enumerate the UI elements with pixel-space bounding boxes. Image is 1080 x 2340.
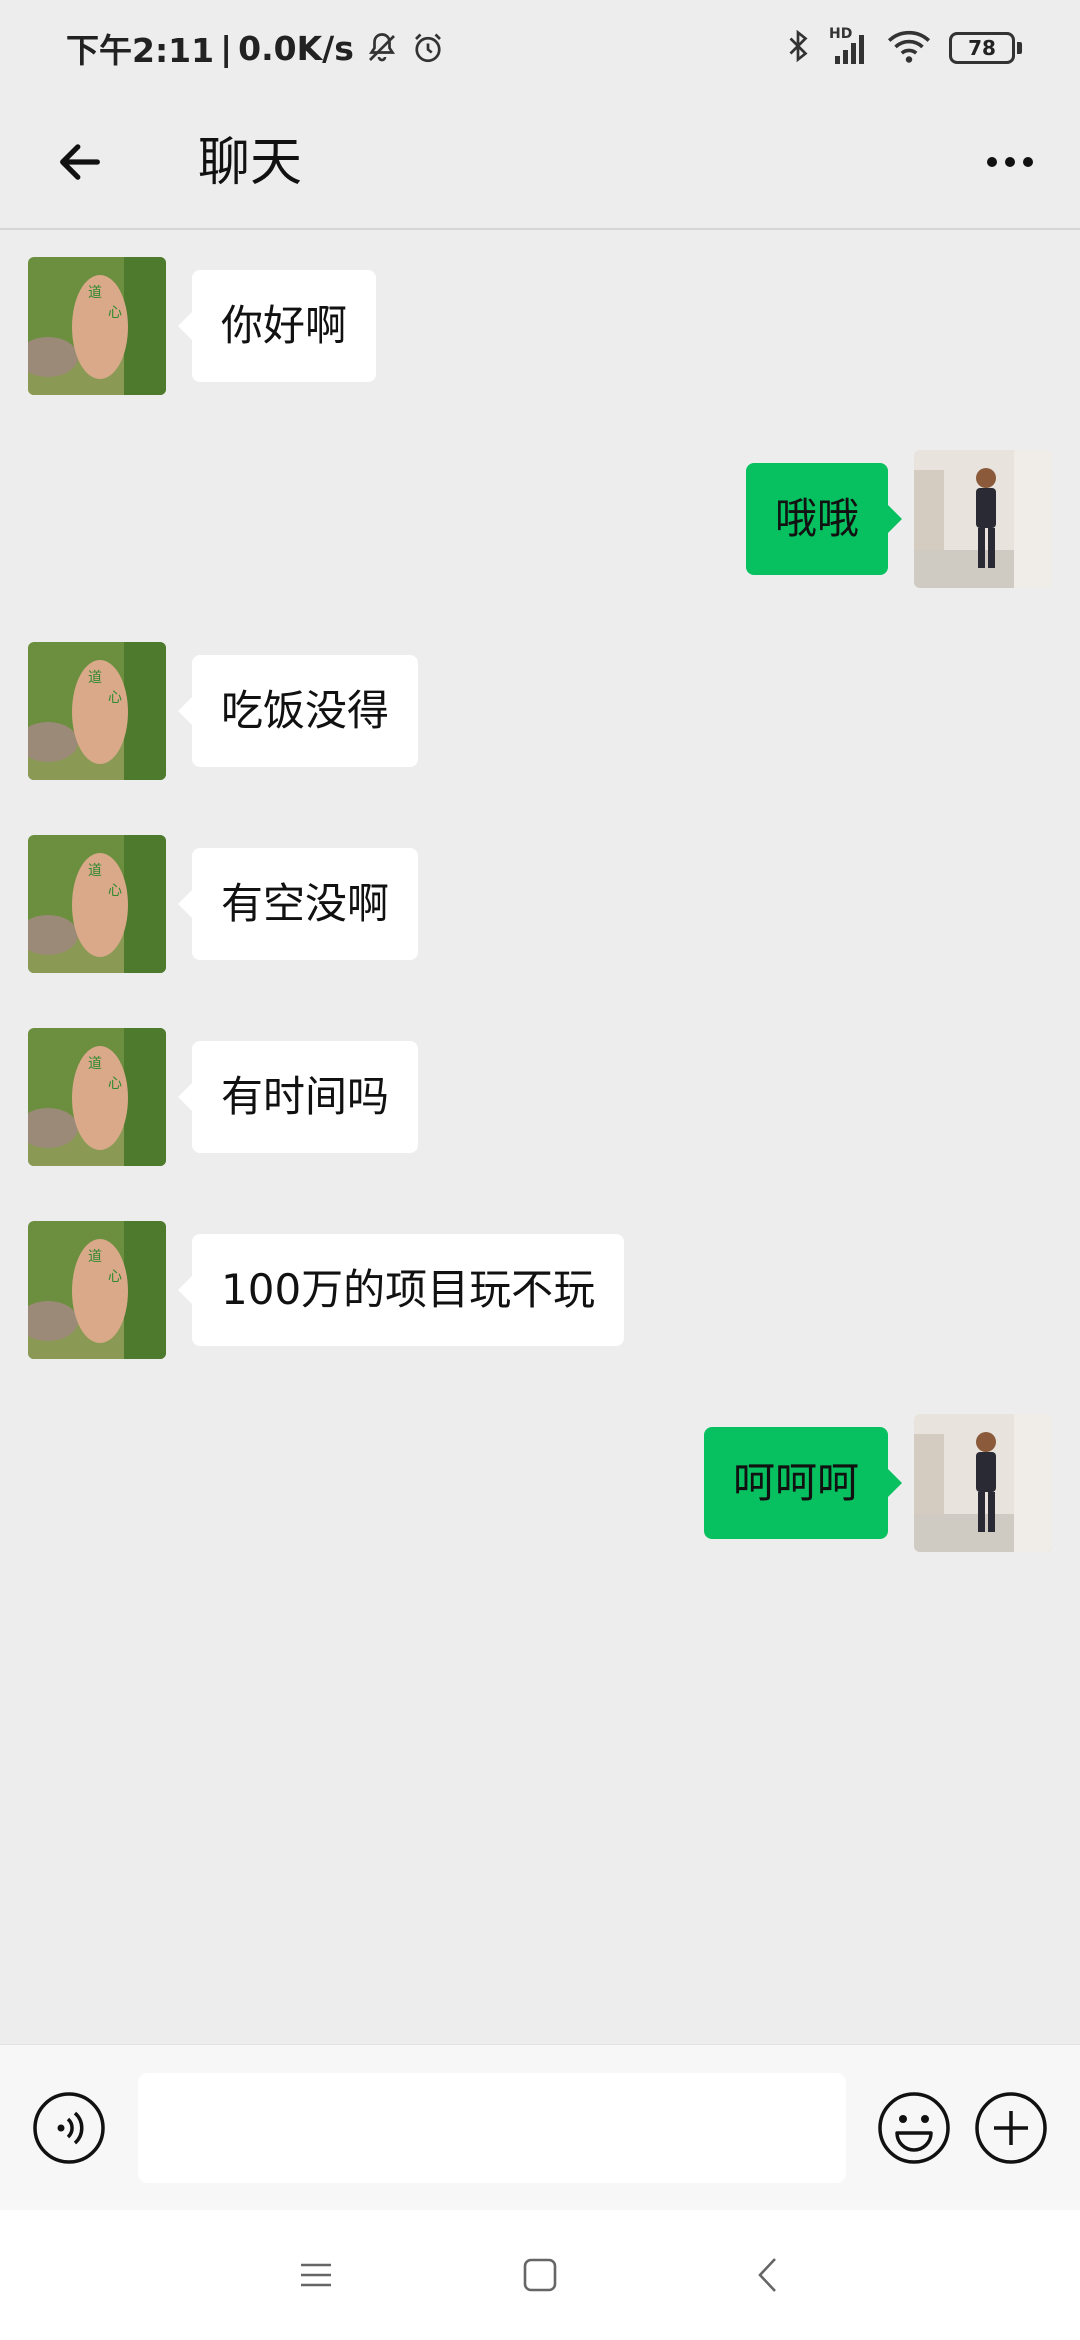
battery-cap bbox=[1017, 42, 1022, 54]
home-icon bbox=[523, 2258, 557, 2292]
message-list: 道心 你好啊 哦哦 道心 吃饭没得 道心 有空没啊 道心 有时间吗 道心 100 bbox=[0, 232, 1080, 2044]
message-bubble[interactable]: 100万的项目玩不玩 bbox=[177, 1234, 625, 1346]
message-bubble[interactable]: 呵呵呵 bbox=[703, 1427, 903, 1539]
svg-text:心: 心 bbox=[108, 1269, 122, 1285]
alarm-icon bbox=[410, 30, 446, 66]
svg-text:道: 道 bbox=[88, 1249, 102, 1265]
svg-text:道: 道 bbox=[88, 285, 102, 301]
title-bar: 聊天 bbox=[0, 96, 1080, 230]
wifi-icon bbox=[887, 28, 931, 68]
emoji-button[interactable] bbox=[877, 2091, 951, 2165]
message-bubble[interactable]: 有时间吗 bbox=[177, 1041, 419, 1153]
rock-avatar[interactable]: 道心 bbox=[28, 642, 166, 780]
message-item: 道心 有时间吗 bbox=[0, 1028, 1080, 1166]
plus-button[interactable] bbox=[974, 2091, 1048, 2165]
user-photo-avatar[interactable] bbox=[914, 1414, 1052, 1552]
back-button[interactable] bbox=[40, 122, 120, 202]
status-bar: 下午2:11 | 0.0K/s HD 78 bbox=[0, 0, 1080, 96]
message-item: 道心 吃饭没得 bbox=[0, 642, 1080, 780]
status-left: 下午2:11 | 0.0K/s bbox=[66, 24, 446, 72]
more-dots-icon bbox=[987, 157, 1033, 167]
status-right: HD 78 bbox=[785, 26, 1022, 68]
message-input[interactable] bbox=[138, 2073, 846, 2183]
svg-text:心: 心 bbox=[108, 1076, 122, 1092]
network-speed: 0.0K/s bbox=[238, 28, 354, 68]
status-time: 下午2:11 bbox=[66, 31, 215, 70]
rock-avatar[interactable]: 道心 bbox=[28, 835, 166, 973]
message-bubble[interactable]: 你好啊 bbox=[177, 270, 377, 382]
battery-level: 78 bbox=[949, 32, 1015, 64]
user-photo-avatar[interactable] bbox=[914, 450, 1052, 588]
voice-icon bbox=[33, 2092, 105, 2164]
more-button[interactable] bbox=[970, 122, 1050, 202]
menu-button[interactable] bbox=[286, 2245, 346, 2305]
page-title: 聊天 bbox=[198, 133, 303, 193]
message-bubble[interactable]: 哦哦 bbox=[745, 463, 903, 575]
input-bar bbox=[0, 2044, 1080, 2210]
navigation-bar bbox=[0, 2210, 1080, 2340]
nav-back-button[interactable] bbox=[737, 2245, 797, 2305]
message-item: 呵呵呵 bbox=[0, 1414, 1080, 1552]
status-separator: | bbox=[220, 28, 233, 68]
message-item: 哦哦 bbox=[0, 450, 1080, 588]
back-icon bbox=[758, 2258, 776, 2292]
voice-button[interactable] bbox=[32, 2091, 106, 2165]
svg-text:道: 道 bbox=[88, 1056, 102, 1072]
rock-avatar[interactable]: 道心 bbox=[28, 1028, 166, 1166]
message-item: 道心 100万的项目玩不玩 bbox=[0, 1221, 1080, 1359]
svg-text:心: 心 bbox=[108, 883, 122, 899]
arrow-left-icon bbox=[60, 144, 100, 180]
message-bubble[interactable]: 有空没啊 bbox=[177, 848, 419, 960]
battery-icon: 78 bbox=[949, 32, 1022, 64]
signal-icon: HD bbox=[829, 26, 869, 66]
rock-avatar[interactable]: 道心 bbox=[28, 1221, 166, 1359]
rock-avatar[interactable]: 道心 bbox=[28, 257, 166, 395]
home-button[interactable] bbox=[510, 2245, 570, 2305]
svg-text:道: 道 bbox=[88, 670, 102, 686]
svg-text:道: 道 bbox=[88, 863, 102, 879]
message-item: 道心 有空没啊 bbox=[0, 835, 1080, 973]
svg-text:心: 心 bbox=[108, 690, 122, 706]
message-bubble[interactable]: 吃饭没得 bbox=[177, 655, 419, 767]
message-item: 道心 你好啊 bbox=[0, 257, 1080, 395]
bluetooth-icon bbox=[785, 28, 811, 68]
svg-text:心: 心 bbox=[108, 305, 122, 321]
plus-icon bbox=[975, 2092, 1047, 2164]
emoji-icon bbox=[878, 2092, 950, 2164]
mute-icon bbox=[364, 30, 400, 66]
menu-icon bbox=[301, 2263, 331, 2287]
